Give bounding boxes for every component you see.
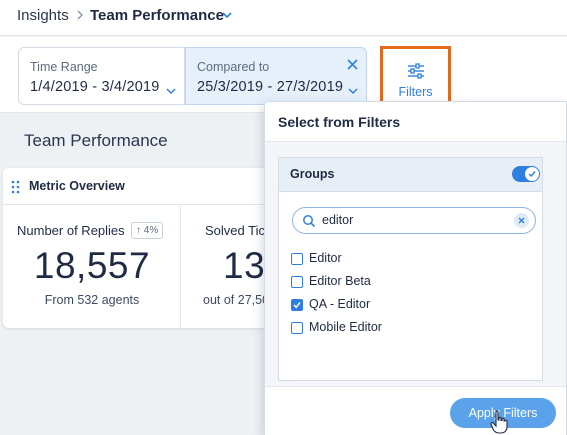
groups-search[interactable]	[292, 207, 536, 234]
compared-to-value: 25/3/2019 - 27/3/2019	[197, 79, 344, 95]
compared-to-label: Compared to	[197, 60, 270, 74]
groups-title: Groups	[290, 167, 335, 181]
metric-label: Solved Tic	[205, 223, 265, 238]
compared-to-picker[interactable]: Compared to 25/3/2019 - 27/3/2019	[185, 47, 367, 105]
close-icon[interactable]	[347, 59, 358, 70]
search-input[interactable]	[322, 213, 502, 227]
metric-value: 18,557	[33, 245, 151, 286]
metric-subtext: From 532 agents	[44, 293, 140, 307]
card-title: Metric Overview	[29, 179, 125, 193]
trend-value: 4%	[143, 225, 159, 236]
close-icon	[518, 217, 525, 224]
groups-toggle[interactable]	[512, 166, 540, 182]
hand-cursor-icon	[490, 410, 508, 434]
page-title: Team Performance	[24, 131, 168, 150]
metric-replies: Number of Replies ↑ 4% 18,557 From 532 a…	[3, 205, 181, 328]
checkbox[interactable]	[291, 253, 303, 265]
breadcrumb-current[interactable]: Team Performance	[90, 7, 224, 24]
trend-badge: ↑ 4%	[131, 222, 164, 239]
clear-search-button[interactable]	[514, 213, 529, 228]
chevron-down-icon[interactable]	[166, 88, 176, 95]
filters-button-label: Filters	[398, 85, 433, 99]
checkbox[interactable]	[291, 276, 303, 288]
groups-filter: Groups Editor Editor Be	[278, 157, 543, 381]
filter-panel: Select from Filters Groups E	[264, 101, 567, 435]
metric-label: Number of Replies	[17, 223, 125, 238]
card-header: Metric Overview	[3, 168, 293, 205]
time-range-label: Time Range	[30, 60, 98, 74]
time-range-value: 1/4/2019 - 3/4/2019	[30, 79, 160, 95]
chevron-down-icon[interactable]	[222, 11, 232, 19]
option-label: Editor Beta	[309, 274, 371, 288]
filters-button[interactable]: Filters	[380, 46, 451, 104]
toggle-knob	[525, 167, 539, 181]
chevron-down-icon[interactable]	[348, 88, 358, 95]
panel-header: Select from Filters	[265, 102, 566, 142]
option-label: QA - Editor	[309, 297, 371, 311]
checkbox-checked[interactable]	[291, 299, 303, 311]
top-bar: Insights Team Performance	[0, 0, 567, 36]
checkbox[interactable]	[291, 322, 303, 334]
check-icon	[528, 171, 536, 178]
breadcrumb-insights[interactable]: Insights	[17, 7, 69, 24]
sliders-icon	[408, 63, 424, 79]
drag-handle-icon[interactable]	[11, 180, 20, 194]
search-icon	[303, 215, 316, 228]
metric-subtext: out of 27,50	[203, 293, 270, 307]
check-icon	[293, 302, 301, 309]
time-range-picker[interactable]: Time Range 1/4/2019 - 3/4/2019	[18, 47, 185, 105]
groups-header: Groups	[279, 158, 542, 192]
panel-footer: Apply Filters	[265, 386, 566, 435]
panel-body: Groups Editor Editor Be	[265, 142, 566, 386]
option-label: Mobile Editor	[309, 320, 382, 334]
arrow-up-icon: ↑	[136, 225, 141, 236]
option-label: Editor	[309, 251, 342, 265]
metric-overview-card: Metric Overview Number of Replies ↑ 4% 1…	[3, 168, 293, 328]
panel-title: Select from Filters	[278, 114, 401, 130]
chevron-right-icon	[77, 10, 83, 20]
